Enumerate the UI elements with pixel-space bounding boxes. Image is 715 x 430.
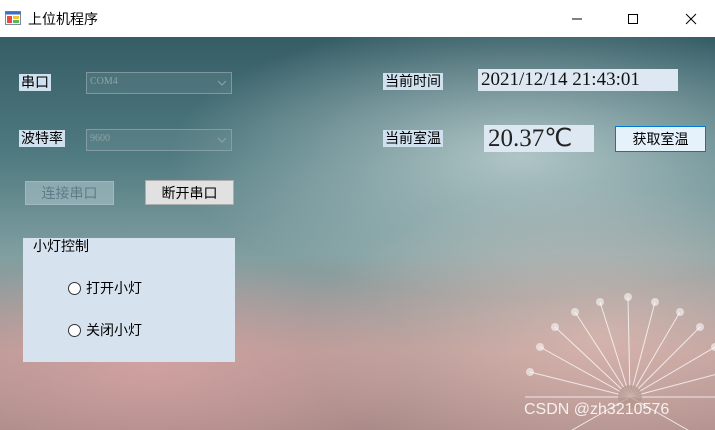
radio-unchecked-icon (68, 323, 81, 337)
window-title: 上位机程序 (28, 12, 98, 28)
connect-port-button[interactable]: 连接串口 (25, 181, 114, 205)
chevron-down-icon (217, 80, 227, 86)
maximize-icon (628, 13, 638, 24)
radio-unchecked-icon (68, 281, 81, 295)
get-temperature-button[interactable]: 获取室温 (615, 126, 706, 152)
watermark-text: CSDN @zh3210576 (524, 401, 670, 418)
light-off-radio-label: 关闭小灯 (86, 322, 142, 338)
port-select-value: COM4 (90, 76, 118, 87)
app-window: 上位机程序 串口 COM4 波特率 9600 连接串口 断开串口 当前时间 20… (0, 0, 715, 430)
disconnect-port-button[interactable]: 断开串口 (145, 180, 234, 205)
light-off-radio[interactable]: 关闭小灯 (68, 320, 142, 340)
light-control-group: 小灯控制 打开小灯 关闭小灯 (23, 238, 235, 362)
title-bar: 上位机程序 (0, 0, 715, 37)
minimize-button[interactable] (554, 0, 600, 37)
close-button[interactable] (668, 0, 714, 37)
light-on-radio-label: 打开小灯 (86, 280, 142, 296)
chevron-down-icon (217, 137, 227, 143)
light-on-radio[interactable]: 打开小灯 (68, 278, 142, 298)
time-value: 2021/12/14 21:43:01 (478, 69, 678, 91)
close-icon (685, 13, 697, 24)
temperature-label: 当前室温 (383, 130, 443, 147)
maximize-button[interactable] (610, 0, 656, 37)
port-select[interactable]: COM4 (86, 72, 232, 94)
baud-select[interactable]: 9600 (86, 129, 232, 151)
light-control-group-title: 小灯控制 (33, 238, 89, 254)
minimize-icon (572, 18, 582, 19)
port-label: 串口 (19, 74, 51, 91)
temperature-value: 20.37℃ (484, 125, 594, 152)
form-client-area: 串口 COM4 波特率 9600 连接串口 断开串口 当前时间 2021/12/… (0, 37, 715, 430)
baud-select-value: 9600 (90, 133, 110, 144)
baud-label: 波特率 (19, 130, 65, 147)
time-label: 当前时间 (383, 73, 443, 90)
app-form-icon (5, 11, 21, 25)
